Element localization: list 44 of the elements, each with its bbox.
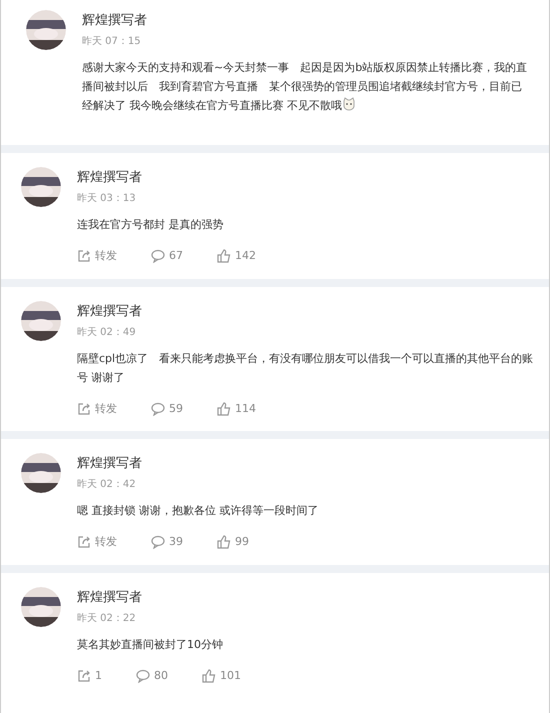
author-name[interactable]: 辉煌撰写者 — [77, 455, 535, 473]
comment-button[interactable]: 59 — [151, 400, 183, 417]
avatar — [26, 10, 66, 50]
thumbs-up-icon — [202, 668, 216, 683]
comment-button[interactable]: 80 — [136, 668, 168, 684]
share-icon — [77, 668, 91, 683]
avatar — [21, 167, 61, 207]
share-icon — [77, 249, 91, 264]
post-time: 昨天 02：42 — [77, 478, 137, 492]
post-time: 昨天 02：22 — [77, 612, 137, 626]
avatar — [21, 300, 61, 340]
author-name[interactable]: 辉煌撰写者 — [77, 302, 535, 320]
comment-button[interactable]: 39 — [151, 534, 183, 550]
thumbs-up-icon — [217, 535, 231, 550]
like-button[interactable]: 142 — [217, 248, 256, 264]
comment-icon — [151, 402, 165, 416]
share-icon — [77, 402, 91, 416]
post-text: 隔壁cpl也凉了 看来只能考虑换平台，有没有哪位朋友可以借我一个可以直播的其他平台的账号 谢谢了 — [77, 350, 534, 386]
repost-button[interactable]: 转发 — [77, 400, 117, 417]
post-time: 昨天 02：49 — [77, 326, 137, 340]
post-time: 昨天 07：15 — [82, 35, 142, 49]
thumbs-up-icon — [217, 249, 231, 264]
author-name[interactable]: 辉煌撰写者 — [77, 588, 535, 606]
post-text: 嗯 直接封锁 谢谢，抱歉各位 或许得等一段时间了 — [77, 503, 320, 519]
comment-icon — [151, 535, 165, 550]
share-icon — [77, 535, 91, 550]
post-text: 连我在官方号都封 是真的强势 — [77, 217, 224, 233]
comment-icon — [136, 668, 150, 683]
comment-button[interactable]: 67 — [151, 248, 183, 264]
post-text: 感谢大家今天的支持和观看~今天封禁一事 起因是因为b站版权原因禁止转播比赛，我的直播间被封以后 我到育碧官方号直播 某个很强势的管理员围追堵截继续封官方号，目前已经解决了 我今晚会继续在官方号直播比赛 不见不散哦 — [82, 60, 528, 114]
post-time: 昨天 03：13 — [77, 192, 137, 206]
comment-icon — [151, 249, 165, 264]
avatar — [21, 586, 61, 626]
author-name[interactable]: 辉煌撰写者 — [82, 12, 531, 30]
avatar — [21, 453, 61, 493]
like-button[interactable]: 114 — [217, 400, 256, 417]
repost-button[interactable]: 1 — [77, 668, 102, 684]
repost-button[interactable]: 转发 — [77, 248, 117, 264]
post-text: 莫名其妙直播间被封了10分钟 — [77, 636, 224, 652]
thumbs-up-icon — [217, 402, 231, 416]
like-button[interactable]: 101 — [202, 668, 241, 684]
author-name[interactable]: 辉煌撰写者 — [77, 169, 535, 187]
repost-button[interactable]: 转发 — [77, 534, 117, 550]
like-button[interactable]: 99 — [217, 534, 249, 550]
